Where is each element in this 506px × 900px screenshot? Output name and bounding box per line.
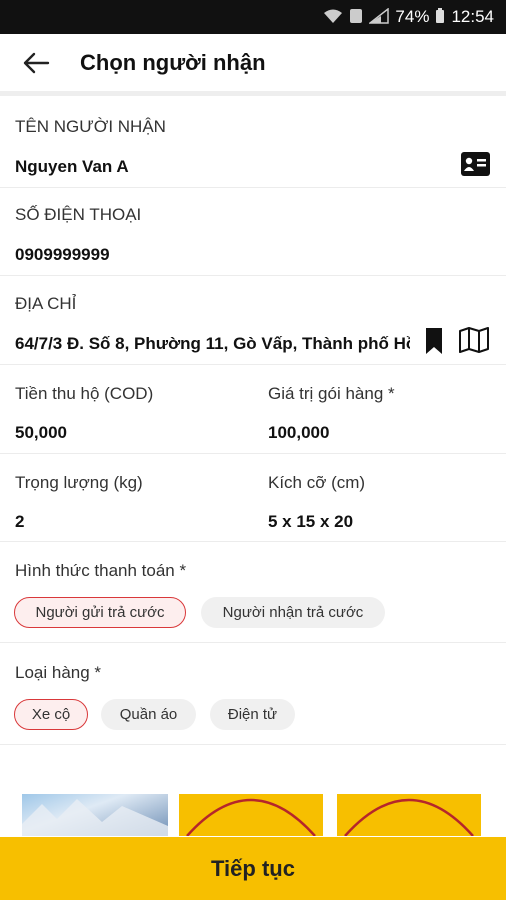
chip-receiver-pays[interactable]: Người nhận trả cước <box>201 597 385 628</box>
weight-label: Trọng lượng (kg) <box>15 473 143 492</box>
cod-value-row: Tiền thu hộ (COD) 50,000 Giá trị gói hàn… <box>0 365 506 454</box>
back-arrow-icon[interactable] <box>22 49 50 77</box>
cod-label: Tiền thu hộ (COD) <box>15 384 154 403</box>
weight-value[interactable]: 2 <box>15 512 24 532</box>
chip-vehicle[interactable]: Xe cộ <box>14 699 88 730</box>
signal-icon <box>368 6 390 27</box>
recipient-name-label: TÊN NGƯỜI NHẬN <box>15 117 166 136</box>
goods-type-section: Loại hàng * Xe cộ Quần áo Điện tử <box>0 643 506 745</box>
page-title: Chọn người nhận <box>80 49 266 75</box>
recipient-name-field[interactable]: TÊN NGƯỜI NHẬN Nguyen Van A <box>0 100 506 188</box>
package-value-label: Giá trị gói hàng * <box>268 384 395 403</box>
payment-method-label: Hình thức thanh toán * <box>15 561 187 580</box>
chip-electronics[interactable]: Điện tử <box>210 699 295 730</box>
address-value: 64/7/3 Đ. Số 8, Phường 11, Gò Vấp, Thành… <box>15 334 410 353</box>
phone-value: 0909999999 <box>15 245 110 264</box>
phone-field[interactable]: SỐ ĐIỆN THOẠI 0909999999 <box>0 188 506 276</box>
bookmark-icon[interactable] <box>425 327 443 360</box>
recipient-name-value: Nguyen Van A <box>15 157 129 176</box>
address-field[interactable]: ĐỊA CHỈ 64/7/3 Đ. Số 8, Phường 11, Gò Vấ… <box>0 276 506 365</box>
wifi-icon <box>323 8 343 27</box>
battery-icon <box>435 7 445 27</box>
sim-icon <box>349 8 363 27</box>
app-bar: Chọn người nhận <box>0 34 506 96</box>
contact-card-icon[interactable] <box>461 152 490 181</box>
battery-percent: 74% <box>395 7 430 26</box>
continue-button-label: Tiếp tục <box>211 855 295 881</box>
clock: 12:54 <box>451 7 494 26</box>
payment-method-section: Hình thức thanh toán * Người gửi trả cướ… <box>0 542 506 643</box>
photo-thumbnail-3[interactable] <box>337 794 481 836</box>
goods-type-label: Loại hàng * <box>15 663 102 682</box>
size-label: Kích cỡ (cm) <box>268 473 366 492</box>
weight-size-row: Trọng lượng (kg) 2 Kích cỡ (cm) 5 x 15 x… <box>0 454 506 542</box>
chip-clothes[interactable]: Quần áo <box>101 699 196 730</box>
chip-sender-pays[interactable]: Người gửi trả cước <box>14 597 186 628</box>
status-bar: 74% 12:54 <box>0 0 506 34</box>
photo-thumbnail-2[interactable] <box>179 794 323 836</box>
map-icon[interactable] <box>458 327 490 358</box>
address-label: ĐỊA CHỈ <box>15 294 77 313</box>
cod-value[interactable]: 50,000 <box>15 423 67 443</box>
size-value[interactable]: 5 x 15 x 20 <box>268 512 353 532</box>
photo-thumbnail-1[interactable] <box>22 794 168 836</box>
continue-button[interactable]: Tiếp tục <box>0 837 506 900</box>
phone-label: SỐ ĐIỆN THOẠI <box>15 205 142 224</box>
package-value-value[interactable]: 100,000 <box>268 423 329 443</box>
